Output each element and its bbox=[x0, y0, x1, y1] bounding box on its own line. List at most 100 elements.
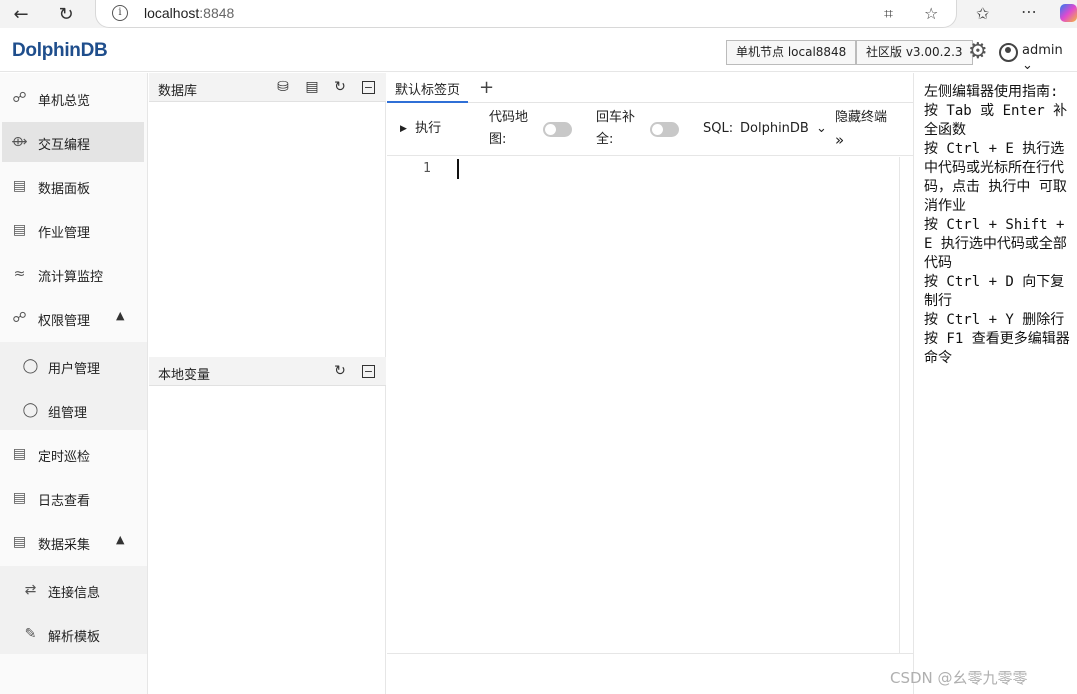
sidebar-item-label: 定时巡检 bbox=[38, 450, 91, 465]
run-label: 执行 bbox=[415, 121, 442, 136]
editor-area: 默认标签页 + ▶ 执行 代码地 图: 回车补 全: SQL: DolphinD… bbox=[387, 73, 913, 694]
group-icon: ◯ bbox=[22, 402, 39, 418]
sidebar-item-label: 连接信息 bbox=[48, 586, 101, 601]
sidebar-item-scheduled-inspection[interactable]: ▤ 定时巡检 bbox=[0, 432, 147, 476]
chevron-down-icon: ⌄ bbox=[816, 121, 827, 136]
sidebar-item-label: 数据面板 bbox=[38, 182, 91, 197]
collapse-icon[interactable]: − bbox=[362, 365, 375, 378]
sql-dialect-select[interactable]: DolphinDB ⌄ bbox=[740, 118, 827, 140]
template-icon: ✎ bbox=[24, 626, 37, 642]
sidebar-item-overview[interactable]: ☍ 单机总览 bbox=[0, 76, 147, 120]
line-number: 1 bbox=[423, 161, 431, 176]
sidebar-item-label: 交互编程 bbox=[38, 138, 91, 153]
jobs-icon: ▤ bbox=[12, 222, 27, 238]
address-bar[interactable]: i localhost:8848 ⌗ ☆ bbox=[95, 0, 957, 28]
sidebar-item-users[interactable]: ◯ 用户管理 bbox=[0, 344, 147, 388]
sidebar-item-groups[interactable]: ◯ 组管理 bbox=[0, 388, 147, 432]
code-icon: ⟴ bbox=[11, 134, 28, 150]
text-cursor bbox=[457, 159, 459, 179]
chevron-up-icon: ▲ bbox=[116, 309, 125, 322]
sidebar-item-interactive-programming[interactable]: ⟴ 交互编程 bbox=[0, 122, 147, 166]
run-button[interactable]: ▶ 执行 bbox=[400, 118, 441, 140]
reload-icon[interactable]: ↻ bbox=[53, 2, 79, 26]
enter-complete-label-line1: 回车补 bbox=[596, 110, 636, 125]
sidebar-item-logs[interactable]: ▤ 日志查看 bbox=[0, 476, 147, 520]
hide-terminal-label: 隐藏终端 bbox=[835, 110, 888, 125]
refresh-icon[interactable]: ↻ bbox=[332, 79, 348, 95]
star-icon[interactable]: ☆ bbox=[924, 4, 938, 23]
stream-icon: ≈ bbox=[13, 266, 26, 282]
editor-guide-panel: 左侧编辑器使用指南: 按 Tab 或 Enter 补全函数 按 Ctrl + E… bbox=[913, 73, 1077, 694]
site-info-icon[interactable]: i bbox=[112, 5, 128, 21]
code-editor[interactable]: 1 bbox=[387, 157, 899, 653]
editor-guide-text: 左侧编辑器使用指南: 按 Tab 或 Enter 补全函数 按 Ctrl + E… bbox=[924, 84, 1070, 366]
sidebar-item-connections[interactable]: ⇄ 连接信息 bbox=[0, 568, 147, 612]
database-panel-header: 数据库 ⛁ ▤ ↻ − bbox=[149, 73, 386, 102]
hide-terminal-button[interactable]: 隐藏终端 » bbox=[835, 107, 887, 151]
sidebar-item-label: 用户管理 bbox=[48, 362, 101, 377]
enter-complete-toggle[interactable] bbox=[650, 122, 679, 137]
user-name: admin bbox=[1022, 43, 1063, 58]
sidebar-item-label: 数据采集 bbox=[38, 538, 91, 553]
back-arrow-icon[interactable]: ← bbox=[8, 2, 34, 26]
app-header: DolphinDB 单机节点 local8848 社区版 v3.00.2.3 ⚙… bbox=[0, 28, 1077, 73]
double-chevron-right-icon: » bbox=[835, 131, 845, 149]
chart-icon: ▤ bbox=[12, 534, 27, 550]
dolphindb-logo: DolphinDB bbox=[12, 40, 108, 61]
user-menu[interactable]: admin ⌄ bbox=[1022, 43, 1077, 73]
clipboard-icon: ▤ bbox=[12, 446, 27, 462]
sidebar-item-label: 日志查看 bbox=[38, 494, 91, 509]
sidebar-item-label: 单机总览 bbox=[38, 94, 91, 109]
collapse-icon[interactable]: − bbox=[362, 81, 375, 94]
database-title: 数据库 bbox=[158, 84, 198, 99]
terminal-divider bbox=[387, 653, 913, 654]
sql-dialect-value: DolphinDB bbox=[740, 121, 809, 136]
sidebar-item-jobs[interactable]: ▤ 作业管理 bbox=[0, 208, 147, 252]
play-icon: ▶ bbox=[400, 124, 407, 134]
sidebar-item-stream-monitor[interactable]: ≈ 流计算监控 bbox=[0, 252, 147, 296]
editor-toolbar: ▶ 执行 代码地 图: 回车补 全: SQL: DolphinDB ⌄ 隐藏终端… bbox=[387, 104, 913, 156]
log-search-icon: ▤ bbox=[12, 490, 27, 506]
edition-button[interactable]: 社区版 v3.00.2.3 bbox=[856, 40, 973, 65]
sidebar-item-dashboard[interactable]: ▤ 数据面板 bbox=[0, 164, 147, 208]
sidebar-item-data-collection[interactable]: ▤ 数据采集 ▲ bbox=[0, 520, 147, 564]
database-panel: 数据库 ⛁ ▤ ↻ − 本地变量 ↻ − bbox=[149, 73, 386, 694]
user-icon: ◯ bbox=[22, 358, 39, 374]
tab-default[interactable]: 默认标签页 bbox=[387, 73, 469, 103]
sidebar-item-label: 解析模板 bbox=[48, 630, 101, 645]
add-tab-icon[interactable]: + bbox=[479, 77, 494, 98]
sidebar-item-label: 作业管理 bbox=[38, 226, 91, 241]
chevron-down-icon: ⌄ bbox=[1022, 58, 1033, 73]
gear-icon[interactable]: ⚙ bbox=[968, 41, 990, 64]
sidebar-item-label: 权限管理 bbox=[38, 314, 91, 329]
sidebar-item-parse-templates[interactable]: ✎ 解析模板 bbox=[0, 612, 147, 656]
code-map-toggle[interactable] bbox=[543, 122, 572, 137]
favorites-icon[interactable]: ✩ bbox=[976, 4, 989, 23]
enter-complete-label-line2: 全: bbox=[596, 132, 614, 147]
variables-title: 本地变量 bbox=[158, 368, 211, 383]
code-map-label: 代码地 图: bbox=[489, 107, 528, 151]
editor-scrollbar[interactable] bbox=[899, 157, 900, 653]
enter-complete-label: 回车补 全: bbox=[596, 107, 635, 151]
sql-label: SQL: bbox=[703, 121, 734, 136]
sidebar-item-label: 组管理 bbox=[48, 406, 88, 421]
node-button[interactable]: 单机节点 local8848 bbox=[726, 40, 857, 65]
table-icon[interactable]: ▤ bbox=[304, 79, 320, 95]
lock-icon: ☍ bbox=[12, 310, 27, 326]
key-icon[interactable]: ⌗ bbox=[884, 4, 893, 24]
sidebar-item-label: 流计算监控 bbox=[38, 270, 104, 285]
connection-icon: ⇄ bbox=[24, 582, 37, 598]
sidebar: ☍ 单机总览 ⟴ 交互编程 ▤ 数据面板 ▤ 作业管理 ≈ 流计算监控 ☍ 权限… bbox=[0, 73, 148, 694]
code-map-label-line2: 图: bbox=[489, 132, 507, 147]
add-database-icon[interactable]: ⛁ bbox=[275, 79, 291, 95]
user-avatar-icon[interactable] bbox=[999, 43, 1018, 62]
tab-bar: 默认标签页 + bbox=[387, 73, 913, 103]
nodes-icon: ☍ bbox=[12, 90, 27, 106]
code-map-label-line1: 代码地 bbox=[489, 110, 529, 125]
refresh-icon[interactable]: ↻ bbox=[332, 363, 348, 379]
address-url: localhost:8848 bbox=[144, 5, 235, 21]
copilot-icon[interactable] bbox=[1060, 4, 1077, 22]
more-menu-icon[interactable]: ⋯ bbox=[1021, 2, 1037, 21]
browser-toolbar: ← ↻ i localhost:8848 ⌗ ☆ ✩ ⋯ bbox=[0, 0, 1077, 28]
sidebar-item-permissions[interactable]: ☍ 权限管理 ▲ bbox=[0, 296, 147, 340]
